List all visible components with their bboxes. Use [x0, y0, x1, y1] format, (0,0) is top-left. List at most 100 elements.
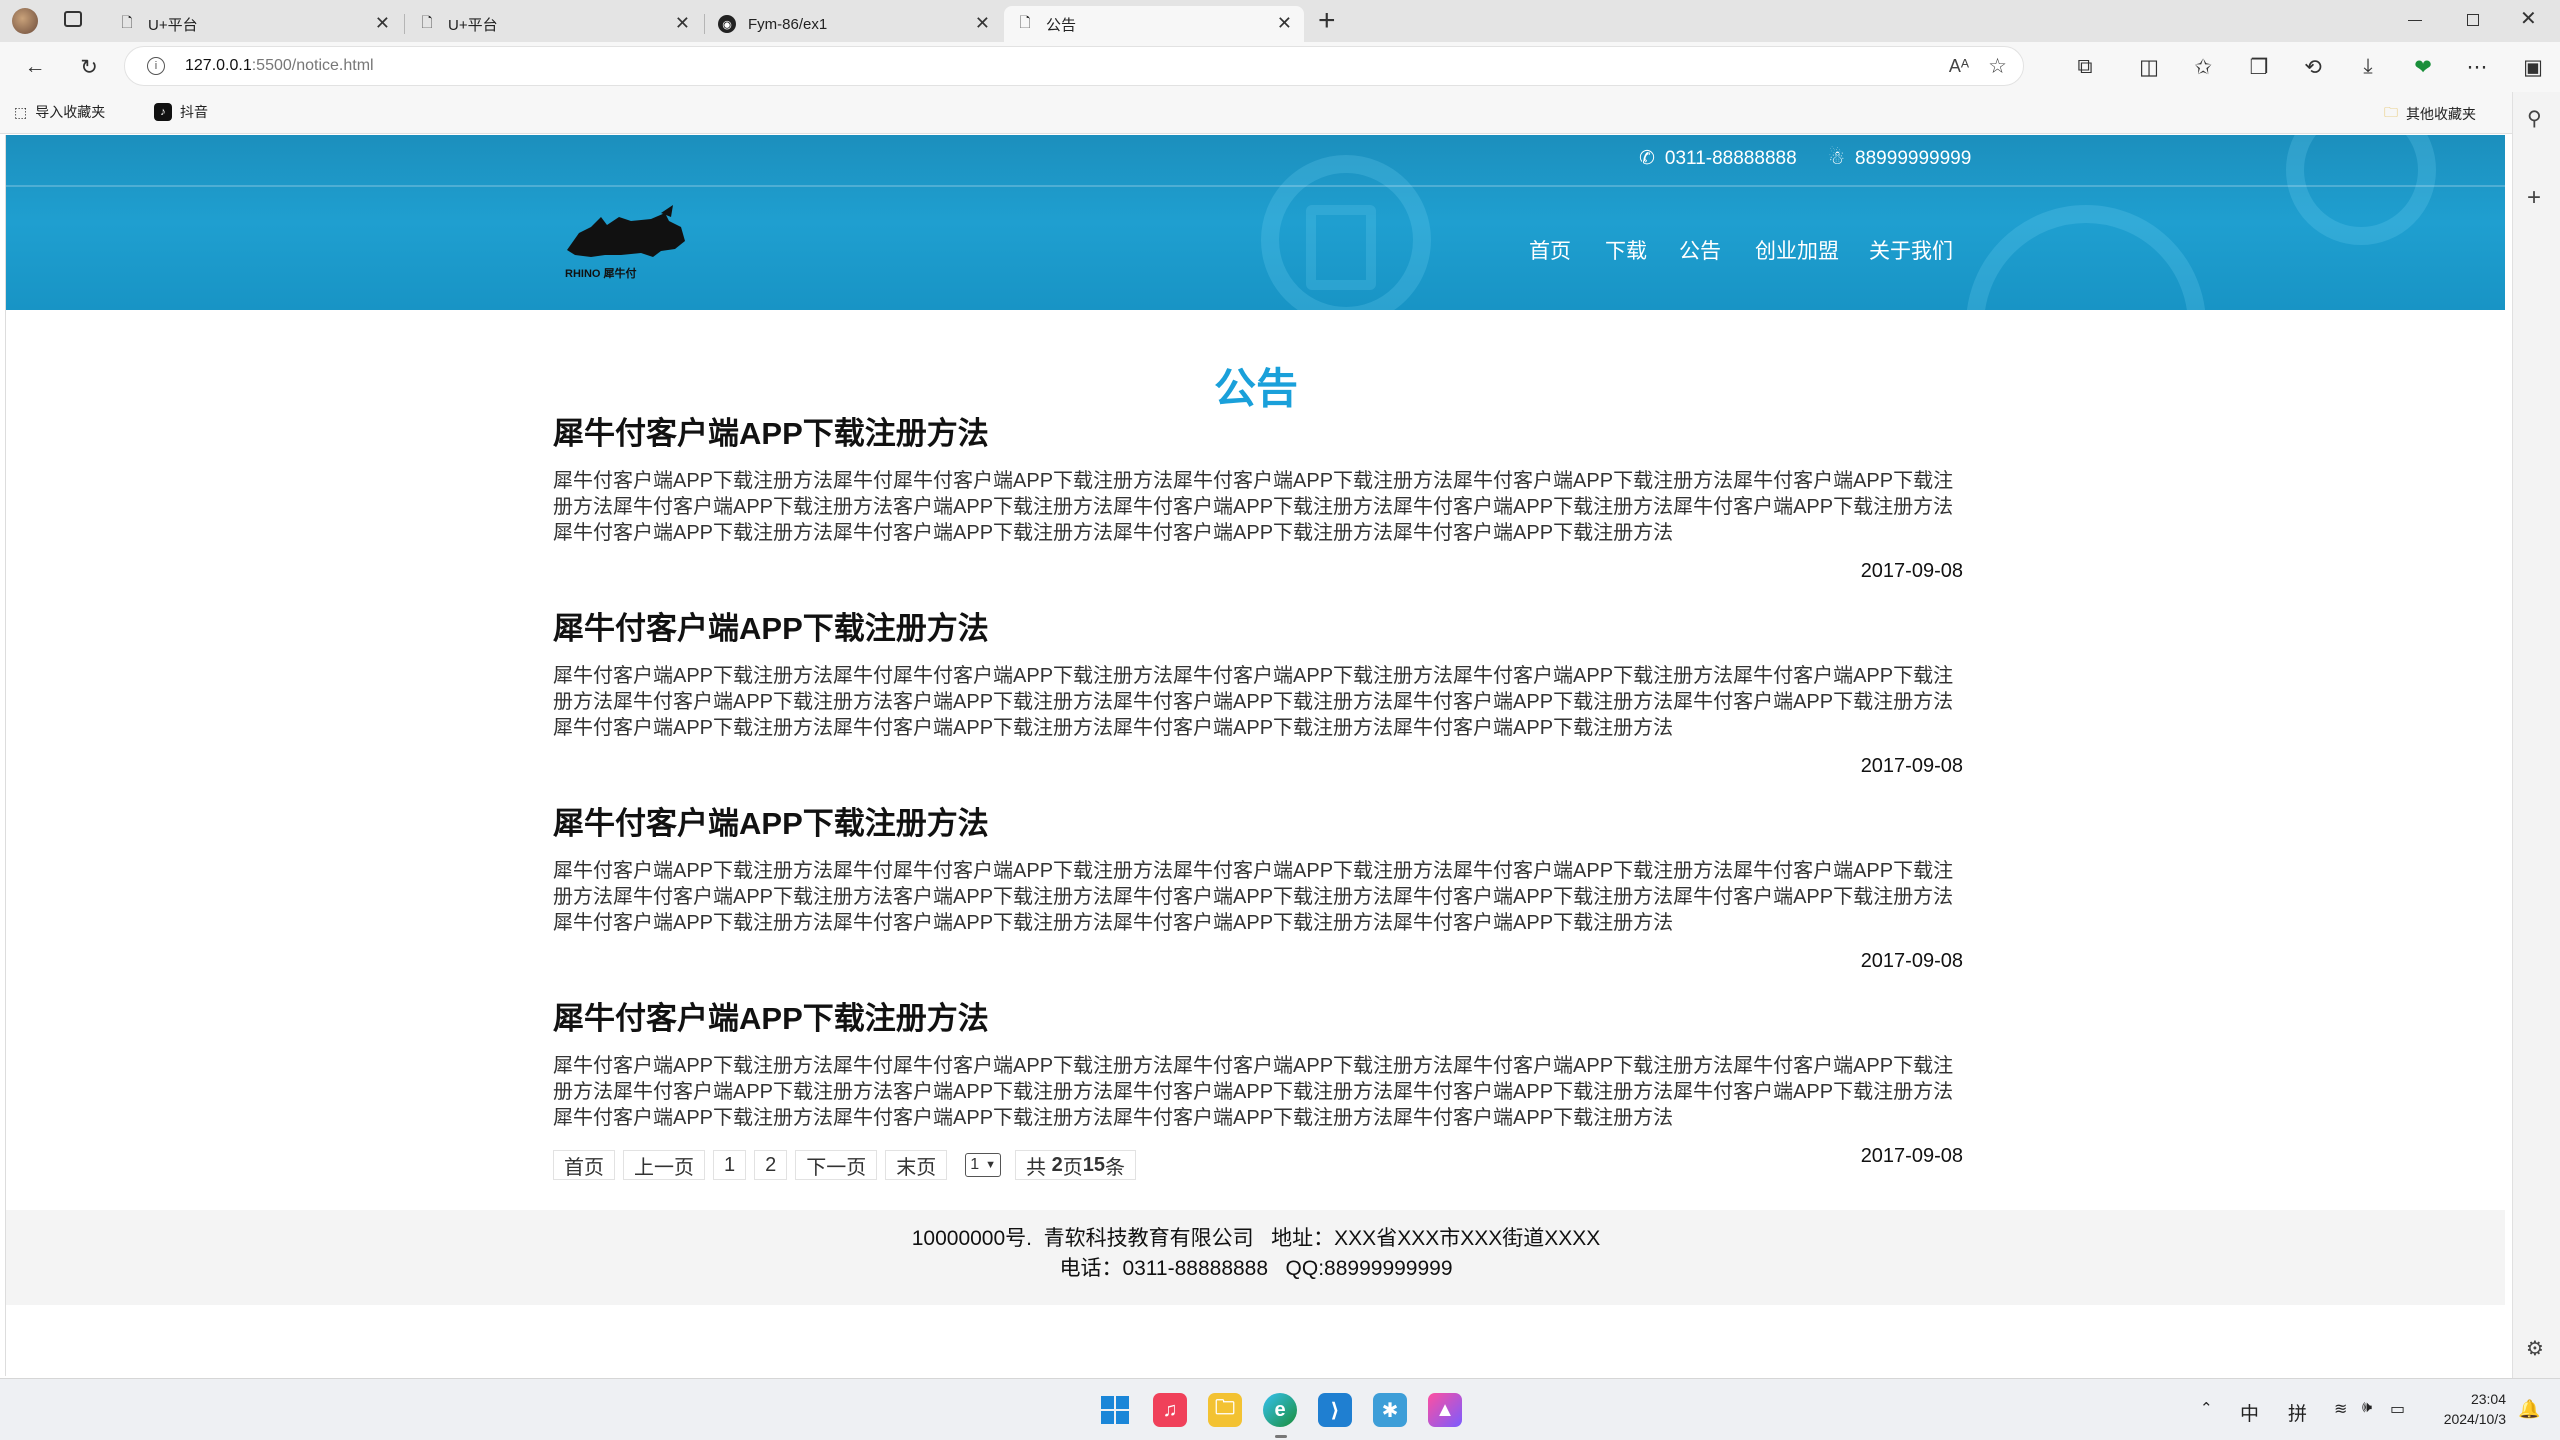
page-next-button[interactable]: 下一页: [795, 1150, 878, 1180]
chevron-up-icon[interactable]: ⌃: [2200, 1399, 2213, 1417]
more-menu-icon[interactable]: ⋯: [2462, 52, 2492, 82]
footer-line-contact: 电话：0311-88888888 QQ:88999999999: [1059, 1257, 1453, 1280]
web-page: ✆ 0311-88888888 ☃ 88999999999 RHINO 犀牛付 …: [5, 135, 2505, 1376]
import-icon: ⬚: [14, 103, 28, 120]
tab-1[interactable]: 🗋 U+平台 ✕: [106, 6, 402, 42]
profile-avatar[interactable]: [12, 8, 38, 34]
footer-line-company: 10000000号. 青软科技教育有限公司 地址：XXX省XXX市XXX街道XX…: [911, 1227, 1601, 1250]
clock[interactable]: 23:04 2024/10/3: [2432, 1389, 2506, 1429]
page-select[interactable]: 1 ▼: [965, 1153, 1002, 1177]
total-prefix: 共: [1026, 1156, 1047, 1179]
page-select-value: 1: [970, 1156, 980, 1173]
close-icon[interactable]: ✕: [975, 13, 990, 34]
wifi-icon[interactable]: ≋: [2334, 1399, 2347, 1419]
tab-4-active[interactable]: 🗋 公告 ✕: [1004, 6, 1304, 42]
chevron-down-icon: ▼: [985, 1159, 997, 1171]
page-total: 共 2 页 15 条: [1015, 1150, 1136, 1180]
tab-actions-icon[interactable]: [64, 11, 82, 27]
read-aloud-icon[interactable]: Aᴬ: [1949, 56, 1969, 77]
clock-date: 2024/10/3: [2443, 1411, 2506, 1427]
copilot-sidebar-icon[interactable]: ▣: [2518, 52, 2548, 82]
favorites-icon[interactable]: ✩: [2188, 52, 2218, 82]
page-first-button[interactable]: 首页: [553, 1150, 615, 1180]
nav-about[interactable]: 关于我们: [1869, 235, 1953, 265]
nav-home[interactable]: 首页: [1529, 235, 1571, 265]
close-icon[interactable]: ✕: [1277, 13, 1292, 34]
nav-franchise[interactable]: 创业加盟: [1755, 235, 1839, 265]
notice-title[interactable]: 犀牛付客户端APP下载注册方法: [553, 607, 1963, 651]
ime-pinyin[interactable]: 拼: [2288, 1399, 2307, 1426]
qq-number: 88999999999: [1855, 147, 1972, 169]
github-icon: ◉: [718, 15, 736, 33]
minimize-icon[interactable]: [2408, 20, 2422, 21]
add-icon[interactable]: +: [2527, 184, 2541, 212]
close-icon[interactable]: ✕: [675, 13, 690, 34]
total-items: 15: [1082, 1153, 1105, 1176]
bookmark-label: 其他收藏夹: [2406, 106, 2476, 122]
site-logo[interactable]: RHINO 犀牛付: [561, 205, 691, 285]
notice-date: 2017-09-08: [1860, 560, 1963, 582]
notice-title[interactable]: 犀牛付客户端APP下载注册方法: [553, 802, 1963, 846]
total-pages: 2: [1051, 1153, 1063, 1176]
page-last-button[interactable]: 末页: [885, 1150, 948, 1180]
restore-icon[interactable]: [2467, 14, 2479, 26]
bookmark-douyin[interactable]: ♪ 抖音: [154, 102, 208, 122]
notice-body: 犀牛付客户端APP下载注册方法犀牛付犀牛付客户端APP下载注册方法犀牛付客户端A…: [553, 665, 1954, 739]
bookmark-import[interactable]: ⬚ 导入收藏夹: [14, 102, 105, 122]
browser-sidebar: ⚲ + ⚙: [2512, 92, 2560, 1378]
taskbar: ♫ 🗀 e ⟩ ✱ ▲ ⌃ 中 拼 ≋ 🕪 ▭ 23:04 2024/10/3 …: [0, 1378, 2560, 1440]
tab-2[interactable]: 🗋 U+平台 ✕: [406, 6, 702, 42]
page-prev-button[interactable]: 上一页: [623, 1150, 705, 1180]
url-host: 127.0.0.1: [185, 57, 252, 74]
browser-essentials-icon[interactable]: ❤: [2408, 52, 2438, 82]
other-favorites-folder[interactable]: 🗀 其他收藏夹: [2384, 102, 2476, 126]
extensions-icon[interactable]: ⧉: [2070, 52, 2100, 82]
close-icon[interactable]: ✕: [375, 13, 390, 34]
page-number-2[interactable]: 2: [754, 1150, 788, 1180]
back-icon[interactable]: ←: [20, 52, 50, 82]
pagination: 首页 上一页 1 2 下一页 末页 1 ▼ 共 2 页 15 条: [553, 1150, 1136, 1180]
notice-title[interactable]: 犀牛付客户端APP下载注册方法: [553, 412, 1963, 456]
notification-bell-icon[interactable]: 🔔: [2518, 1399, 2540, 1420]
notice-item: 犀牛付客户端APP下载注册方法 犀牛付客户端APP下载注册方法犀牛付犀牛付客户端…: [553, 412, 1963, 583]
notice-title[interactable]: 犀牛付客户端APP下载注册方法: [553, 997, 1963, 1041]
header-qq: ☃ 88999999999: [1828, 147, 1971, 170]
app-icon[interactable]: ✱: [1373, 1393, 1407, 1427]
history-icon[interactable]: ⟲: [2298, 52, 2328, 82]
settings-icon[interactable]: ⚙: [2526, 1336, 2544, 1361]
volume-icon[interactable]: 🕪: [2362, 1399, 2372, 1417]
reload-icon[interactable]: ↻: [74, 52, 104, 82]
vscode-icon[interactable]: ⟩: [1318, 1393, 1352, 1427]
notice-date: 2017-09-08: [1860, 950, 1963, 972]
close-window-icon[interactable]: ✕: [2520, 6, 2537, 31]
browser-tab-bar: 🗋 U+平台 ✕ 🗋 U+平台 ✕ ◉ Fym-86/ex1 ✕ 🗋 公告 ✕ …: [0, 0, 2560, 42]
site-info-icon[interactable]: i: [147, 57, 165, 75]
page-number-1[interactable]: 1: [713, 1150, 747, 1180]
tab-3[interactable]: ◉ Fym-86/ex1 ✕: [706, 6, 1002, 42]
search-icon[interactable]: ⚲: [2527, 106, 2542, 131]
battery-icon[interactable]: ▭: [2390, 1399, 2405, 1419]
nav-download[interactable]: 下载: [1605, 235, 1647, 265]
pages-unit: 页: [1062, 1156, 1083, 1179]
address-bar[interactable]: i 127.0.0.1:5500/notice.html Aᴬ ☆: [124, 46, 2024, 86]
collections-icon[interactable]: ❐: [2244, 52, 2274, 82]
favorite-star-icon[interactable]: ☆: [1988, 54, 2007, 79]
edge-browser-icon[interactable]: e: [1263, 1393, 1297, 1427]
start-windows-icon[interactable]: [1098, 1393, 1132, 1427]
tab-title: U+平台: [148, 16, 198, 34]
bookmark-label: 抖音: [180, 104, 208, 120]
tab-title: U+平台: [448, 16, 498, 34]
download-icon[interactable]: ⤓: [2353, 52, 2383, 82]
music-app-icon[interactable]: ♫: [1153, 1393, 1187, 1427]
app-icon[interactable]: ▲: [1428, 1393, 1462, 1427]
site-footer: 10000000号. 青软科技教育有限公司 地址：XXX省XXX市XXX街道XX…: [6, 1210, 2505, 1305]
tab-title: 公告: [1046, 16, 1077, 34]
ime-mode[interactable]: 中: [2240, 1399, 2259, 1426]
file-explorer-icon[interactable]: 🗀: [1208, 1393, 1242, 1427]
nav-notice[interactable]: 公告: [1679, 235, 1721, 265]
page-icon: 🗋: [121, 14, 133, 30]
tab-title: Fym-86/ex1: [748, 15, 828, 33]
new-tab-button[interactable]: +: [1318, 4, 1336, 38]
page-title: 公告: [1213, 365, 1298, 412]
split-screen-icon[interactable]: ◫: [2134, 52, 2164, 82]
